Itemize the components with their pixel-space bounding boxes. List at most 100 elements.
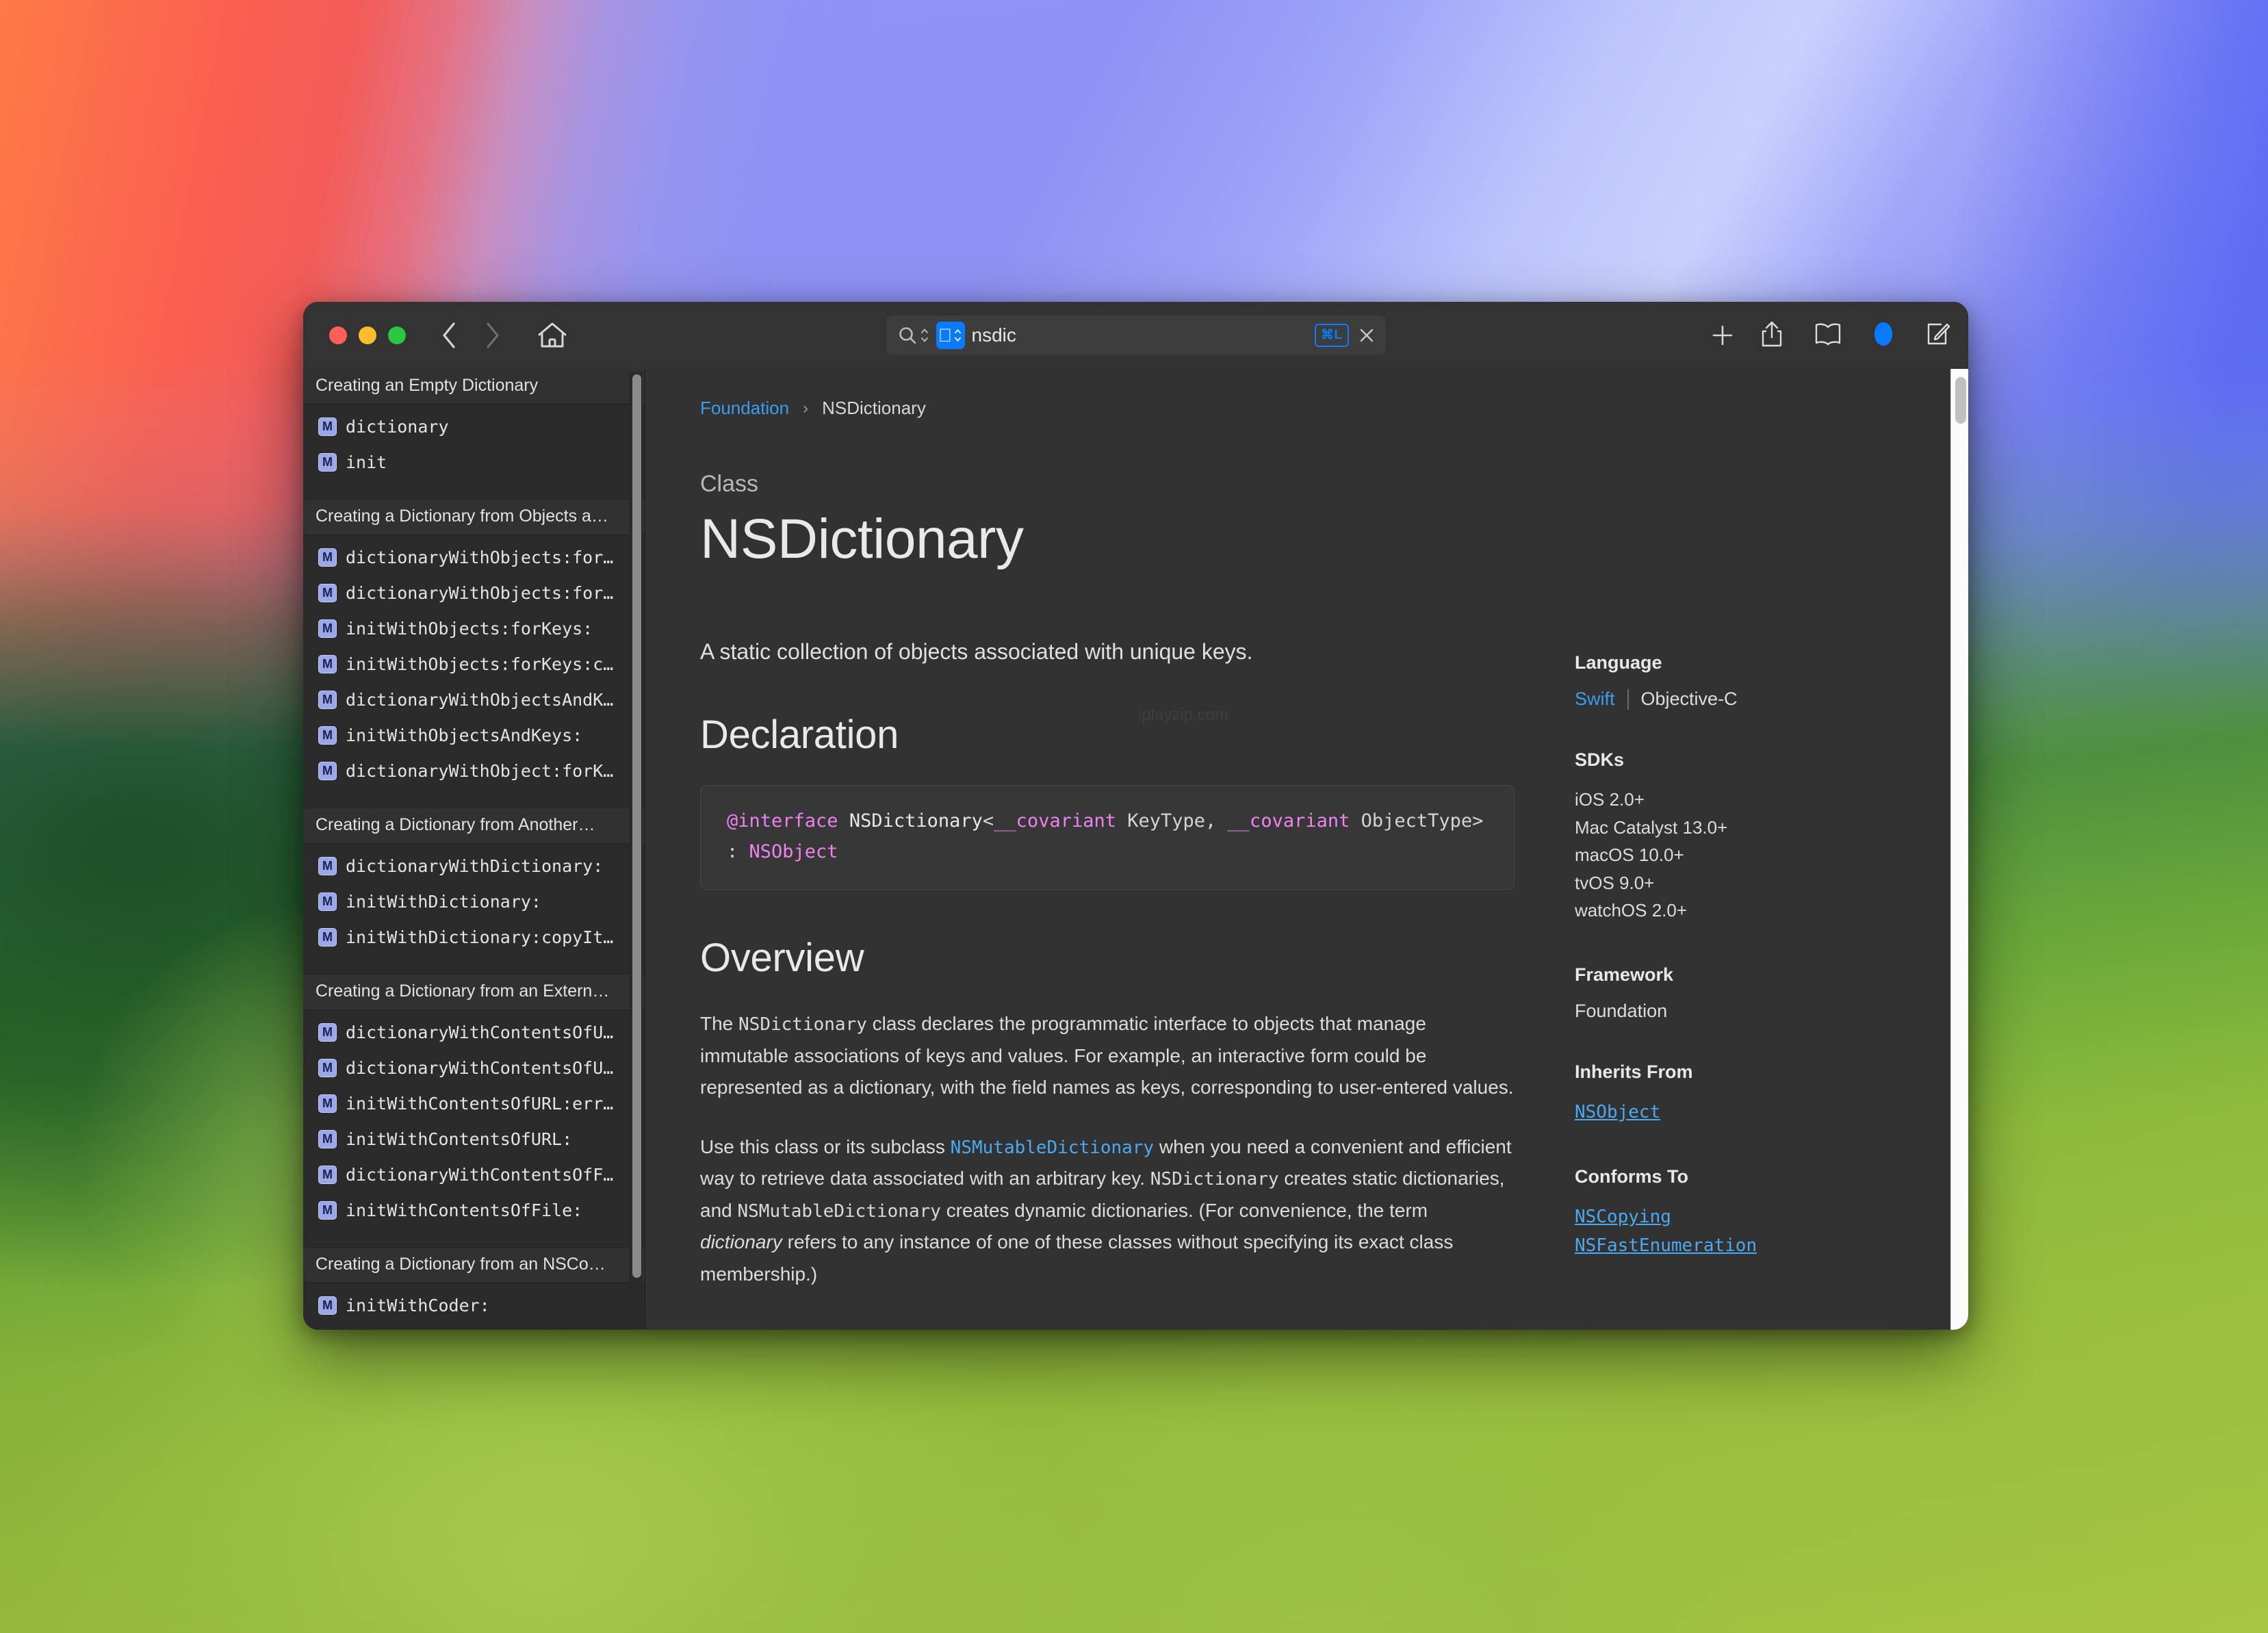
content-scrollbar[interactable] <box>1950 369 1968 1330</box>
desktop-background:  nsdic ⌘L <box>0 0 2268 1633</box>
p2-part-e: refers to any instance of one of these c… <box>700 1231 1454 1285</box>
minimize-button[interactable] <box>359 326 376 344</box>
compose-icon[interactable] <box>1924 320 1950 351</box>
overview-heading: Overview <box>700 936 864 981</box>
sdk-item: tvOS 9.0+ <box>1575 872 1655 893</box>
search-input[interactable]: nsdic <box>972 324 1308 346</box>
sidebar-method-item[interactable]: MdictionaryWithContentsOfU… <box>303 1050 645 1085</box>
code-token: KeyType, <box>1116 810 1228 832</box>
sidebar-method-item[interactable]: MinitWithObjectsAndKeys: <box>303 717 645 753</box>
sidebar-method-label: init <box>346 452 387 472</box>
sidebar-method-item[interactable]: Mdictionary <box>303 409 645 444</box>
sidebar-method-label: initWithContentsOfFile: <box>346 1200 583 1220</box>
sidebar-section-items: MinitWithCoder: <box>303 1283 645 1330</box>
sidebar-method-item[interactable]: MinitWithContentsOfURL:err… <box>303 1085 645 1121</box>
scope-stepper-icon[interactable] <box>953 329 962 342</box>
sidebar-method-item[interactable]: MdictionaryWithContentsOfU… <box>303 1014 645 1050</box>
method-badge-icon: M <box>318 1296 337 1315</box>
language-divider <box>1627 689 1629 710</box>
zoom-button[interactable] <box>388 326 406 344</box>
breadcrumb-root-link[interactable]: Foundation <box>700 398 789 419</box>
sidebar-scroll-area[interactable]: Creating an Empty Dictionary Mdictionary M… <box>303 369 645 1330</box>
sdk-list: iOS 2.0+ Mac Catalyst 13.0+ macOS 10.0+ tvO… <box>1575 786 1913 925</box>
appearance-icon[interactable] <box>1871 320 1896 351</box>
search-icon[interactable] <box>897 325 929 346</box>
sidebar-method-item[interactable]: MinitWithDictionary: <box>303 884 645 919</box>
home-button[interactable] <box>533 316 571 355</box>
main-column: A static collection of objects associate… <box>700 637 1515 1290</box>
sidebar-method-item[interactable]: MdictionaryWithObject:forK… <box>303 753 645 788</box>
sidebar-section-header: Creating a Dictionary from an Extern… <box>303 974 645 1010</box>
code-token: NSDictionary <box>849 810 983 832</box>
sidebar-method-label: initWithDictionary:copyIt… <box>346 927 614 947</box>
sidebar-method-label: dictionaryWithDictionary: <box>346 856 604 876</box>
bookmarks-icon[interactable] <box>1814 322 1842 350</box>
method-badge-icon: M <box>318 583 337 602</box>
sidebar-method-item[interactable]: MdictionaryWithContentsOfF… <box>303 1157 645 1192</box>
window-body: Creating an Empty Dictionary Mdictionary M… <box>303 369 1968 1330</box>
conforms-link[interactable]: NSFastEnumeration <box>1575 1231 1913 1260</box>
close-button[interactable] <box>329 326 347 344</box>
sidebar-method-item[interactable]: MdictionaryWithDictionary: <box>303 848 645 884</box>
back-button[interactable] <box>430 316 469 355</box>
sdk-item: iOS 2.0+ <box>1575 789 1645 810</box>
symbol-kind-label: Class <box>700 471 759 497</box>
sidebar-method-item[interactable]: MdictionaryWithObjects:for… <box>303 575 645 610</box>
search-scope-stepper-icon[interactable] <box>920 328 929 343</box>
content-columns: A static collection of objects associate… <box>700 637 1913 1290</box>
sidebar-method-item[interactable]: MinitWithContentsOfURL: <box>303 1121 645 1157</box>
sidebar-method-label: dictionaryWithObjects:for… <box>346 547 614 567</box>
method-badge-icon: M <box>318 452 337 472</box>
share-icon[interactable] <box>1759 320 1785 352</box>
breadcrumb-current: NSDictionary <box>822 398 926 418</box>
conforms-link[interactable]: NSCopying <box>1575 1203 1913 1231</box>
declaration-code: @interface NSDictionary<__covariant KeyT… <box>727 806 1488 867</box>
method-badge-icon: M <box>318 1165 337 1184</box>
sidebar-section-header: Creating a Dictionary from Objects a… <box>303 499 645 535</box>
abstract-text: A static collection of objects associate… <box>700 639 1253 664</box>
sidebar-method-label: initWithCoder: <box>346 1295 490 1315</box>
sidebar-method-label: initWithObjectsAndKeys: <box>346 725 583 745</box>
code-token: NSObject <box>749 840 838 862</box>
language-heading: Language <box>1575 652 1662 673</box>
sidebar-method-label: dictionaryWithContentsOfU… <box>346 1057 614 1078</box>
sidebar-method-label: dictionary <box>346 416 449 437</box>
sidebar-method-label: initWithContentsOfURL:err… <box>346 1093 614 1114</box>
method-badge-icon: M <box>318 1058 337 1077</box>
framework-heading: Framework <box>1575 964 1674 985</box>
forward-button[interactable] <box>473 316 511 355</box>
p1-code: NSDictionary <box>738 1014 867 1036</box>
sidebar-method-item[interactable]: Minit <box>303 444 645 480</box>
sidebar-scrollbar-thumb[interactable] <box>632 374 641 1278</box>
metadata-column: Language Swift Objective-C SDKs iOS 2.0+… <box>1515 637 1913 1290</box>
sidebar-scrollbar[interactable] <box>630 372 642 1301</box>
sidebar-section-items: MdictionaryWithDictionary: MinitWithDicti… <box>303 844 645 974</box>
overview-paragraph-1: The NSDictionary class declares the prog… <box>700 1008 1515 1103</box>
inherits-link[interactable]: NSObject <box>1575 1098 1660 1127</box>
language-objc[interactable]: Objective-C <box>1641 689 1738 710</box>
sidebar-section-items: Mdictionary Minit <box>303 404 645 499</box>
sidebar-method-item[interactable]: MinitWithCoder: <box>303 1287 645 1323</box>
apple-logo-icon[interactable]:  <box>936 322 965 349</box>
sidebar-method-item[interactable]: MdictionaryWithObjects:for… <box>303 539 645 575</box>
traffic-lights <box>329 326 406 344</box>
clear-search-icon[interactable] <box>1356 324 1378 346</box>
sidebar-method-item[interactable]: MinitWithContentsOfFile: <box>303 1192 645 1228</box>
sidebar-method-item[interactable]: MinitWithObjects:forKeys:c… <box>303 646 645 682</box>
conforms-heading: Conforms To <box>1575 1166 1688 1187</box>
sidebar-method-item[interactable]: MdictionaryWithObjectsAndK… <box>303 682 645 717</box>
p2-code-2: NSMutableDictionary <box>737 1200 941 1222</box>
p2-part-a: Use this class or its subclass <box>700 1135 951 1157</box>
content-inner: Foundation › NSDictionary Class NSDictio… <box>645 398 1968 1290</box>
add-tab-button[interactable] <box>1710 322 1736 348</box>
language-swift[interactable]: Swift <box>1575 689 1615 710</box>
sidebar-method-label: initWithObjects:forKeys: <box>346 618 593 639</box>
content-scrollbar-thumb[interactable] <box>1955 377 1966 424</box>
method-badge-icon: M <box>318 417 337 436</box>
sidebar-method-item[interactable]: MinitWithDictionary:copyIt… <box>303 919 645 955</box>
search-field[interactable]:  nsdic ⌘L <box>886 316 1386 355</box>
sidebar-method-item[interactable]: MinitWithObjects:forKeys: <box>303 610 645 646</box>
page-title: NSDictionary <box>700 508 1024 570</box>
method-badge-icon: M <box>318 1023 337 1042</box>
nsmutabledictionary-link[interactable]: NSMutableDictionary <box>951 1137 1154 1158</box>
